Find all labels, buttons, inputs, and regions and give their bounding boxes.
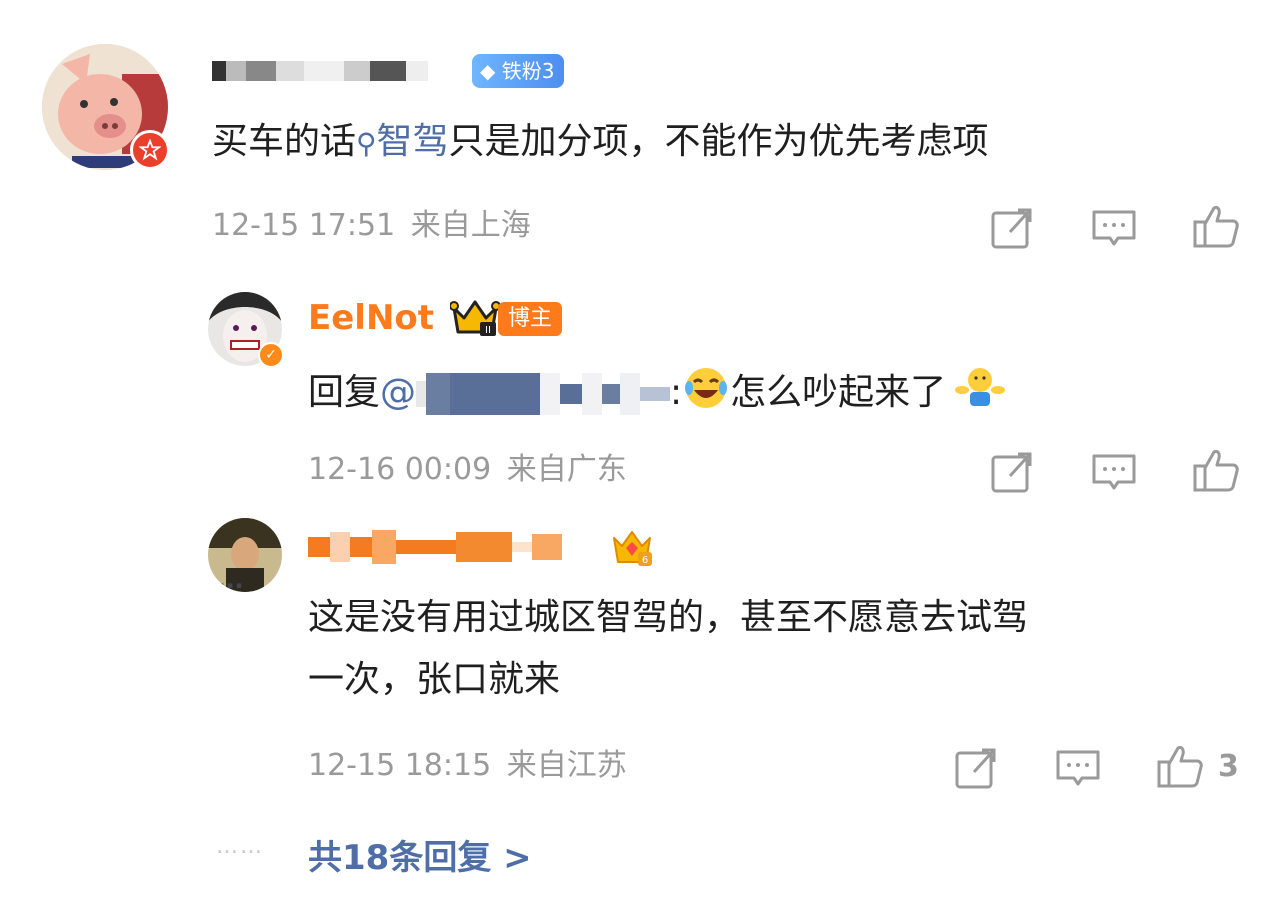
comment-meta: 12-15 17:51 来自上海 <box>212 208 531 244</box>
share-icon[interactable] <box>988 448 1036 496</box>
host-badge: 博主 <box>498 302 563 336</box>
comment-location: 来自江苏 <box>506 748 627 783</box>
svg-text:II: II <box>485 325 491 336</box>
comment-text: 买车的话⚲智驾只是加分项，不能作为优先考虑项 <box>212 121 989 162</box>
crown-icon: II <box>449 296 501 338</box>
share-icon[interactable] <box>952 744 1000 792</box>
comment-location: 来自广东 <box>506 452 627 487</box>
more-replies-link[interactable]: 共18条回复 > <box>308 830 532 879</box>
comment-text: 这是没有用过城区智驾的，甚至不愿意去试驾 一次，张口就来 <box>308 597 1029 700</box>
more-dots: …… <box>216 834 264 859</box>
svg-text:▪ ▪ ▪: ▪ ▪ ▪ <box>218 581 242 591</box>
comment-icon[interactable] <box>1054 744 1102 792</box>
emoji-shrug <box>954 366 1006 410</box>
reply-text: 回复@: 怎么吵起来了 <box>308 366 1006 415</box>
diamond-icon: ◆ <box>480 59 496 83</box>
comment-meta: 12-15 18:15 来自江苏 <box>308 748 627 784</box>
like-count: 3 <box>1218 748 1239 784</box>
svg-text:6: 6 <box>642 555 648 566</box>
search-topic-link[interactable]: ⚲智驾 <box>356 121 449 162</box>
comment-time: 12-16 00:09 <box>308 452 492 487</box>
search-icon: ⚲ <box>356 127 377 160</box>
comment-icon[interactable] <box>1090 204 1138 252</box>
comment-time: 12-15 17:51 <box>212 208 396 243</box>
username[interactable]: EelNot <box>308 298 434 338</box>
like-icon[interactable] <box>1192 446 1240 494</box>
mention-link[interactable]: @ <box>380 372 671 415</box>
emoji-laugh-cry <box>682 366 730 410</box>
username-redacted[interactable] <box>308 530 608 574</box>
avatar[interactable]: ▪ ▪ ▪ <box>208 518 282 592</box>
like-icon[interactable] <box>1192 202 1240 250</box>
crown-icon: 6 <box>610 526 654 568</box>
verified-icon: ✓ <box>258 342 284 368</box>
like-button[interactable]: 3 <box>1156 742 1256 790</box>
vip-badge-icon <box>130 130 170 170</box>
like-icon <box>1156 742 1204 790</box>
fan-badge: ◆ 铁粉3 <box>472 54 565 88</box>
comment-meta: 12-16 00:09 来自广东 <box>308 452 627 488</box>
comment-icon[interactable] <box>1090 448 1138 496</box>
username-redacted[interactable] <box>212 60 462 92</box>
comment-time: 12-15 18:15 <box>308 748 492 783</box>
comment-location: 来自上海 <box>410 208 531 243</box>
share-icon[interactable] <box>988 204 1036 252</box>
